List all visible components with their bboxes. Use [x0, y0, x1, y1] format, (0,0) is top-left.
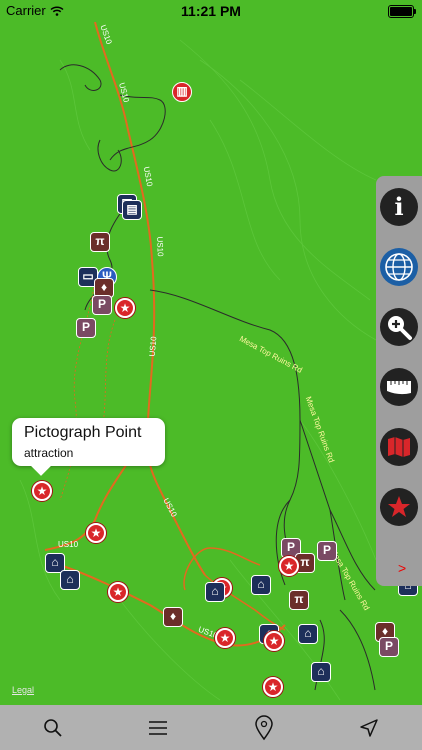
ruler-icon: [387, 381, 411, 395]
callout-title: Pictograph Point: [24, 424, 142, 441]
tower-poi-icon[interactable]: ⌂: [311, 662, 331, 682]
magnifier-plus-icon: [388, 316, 412, 340]
navigation-arrow-icon: [360, 718, 378, 737]
restroom-poi-icon[interactable]: ♦: [163, 607, 183, 627]
road-label-us10: US10: [155, 236, 165, 257]
parking-poi-icon[interactable]: P: [379, 637, 399, 657]
navigate-tab[interactable]: [344, 708, 394, 748]
search-tab[interactable]: [28, 708, 78, 748]
location-pin-icon: [254, 714, 273, 740]
attraction-poi-icon[interactable]: [215, 628, 235, 648]
picnic-poi-icon[interactable]: π: [289, 590, 309, 610]
attraction-poi-icon[interactable]: [264, 631, 284, 651]
tower-poi-icon[interactable]: ⌂: [60, 570, 80, 590]
attraction-poi-icon[interactable]: [108, 582, 128, 602]
attraction-poi-icon[interactable]: [263, 677, 283, 697]
picnic-poi-icon[interactable]: π: [90, 232, 110, 252]
list-tab[interactable]: [133, 708, 183, 748]
tower-poi-icon[interactable]: ⌂: [251, 575, 271, 595]
parking-poi-icon[interactable]: P: [76, 318, 96, 338]
map-tools-panel: i >: [376, 176, 422, 586]
attraction-poi-icon[interactable]: [115, 298, 135, 318]
parking-poi-icon[interactable]: P: [92, 295, 112, 315]
status-time: 11:21 PM: [181, 3, 241, 19]
building-poi-icon[interactable]: ▤: [122, 200, 142, 220]
tower-poi-icon[interactable]: ⌂: [298, 624, 318, 644]
attraction-poi-icon[interactable]: [86, 523, 106, 543]
star-icon: [388, 496, 410, 517]
bottom-toolbar: [0, 705, 422, 750]
expand-panel-chevron-icon[interactable]: >: [398, 560, 406, 576]
map-style-button[interactable]: [380, 248, 418, 286]
info-button[interactable]: i: [380, 188, 418, 226]
favorites-button[interactable]: [380, 488, 418, 526]
parking-poi-icon[interactable]: P: [317, 541, 337, 561]
road-label-us10: US10: [58, 540, 79, 549]
callout-subtitle: attraction: [24, 446, 74, 460]
info-icon: i: [394, 192, 404, 221]
location-tab[interactable]: [239, 708, 289, 748]
attraction-poi-icon[interactable]: [279, 556, 299, 576]
list-icon: [149, 720, 168, 735]
zoom-button[interactable]: [380, 308, 418, 346]
battery-icon: [388, 5, 416, 18]
search-icon: [43, 718, 62, 737]
poi-callout[interactable]: Pictograph Point attraction: [12, 418, 165, 466]
road-label-us10: US10: [147, 336, 159, 357]
globe-icon: [385, 253, 413, 281]
status-bar: Carrier 11:21 PM: [0, 0, 422, 22]
map-view[interactable]: US10 US10 US10 US10 US10 US10 US10 US10 …: [0, 0, 422, 705]
offline-maps-button[interactable]: [380, 428, 418, 466]
folded-map-icon: [388, 437, 410, 457]
legal-link[interactable]: Legal: [12, 685, 34, 695]
ruins-poi-icon[interactable]: ▥: [172, 82, 192, 102]
attraction-poi-icon[interactable]: [32, 481, 52, 501]
tower-poi-icon[interactable]: ⌂: [205, 582, 225, 602]
measure-button[interactable]: [380, 368, 418, 406]
